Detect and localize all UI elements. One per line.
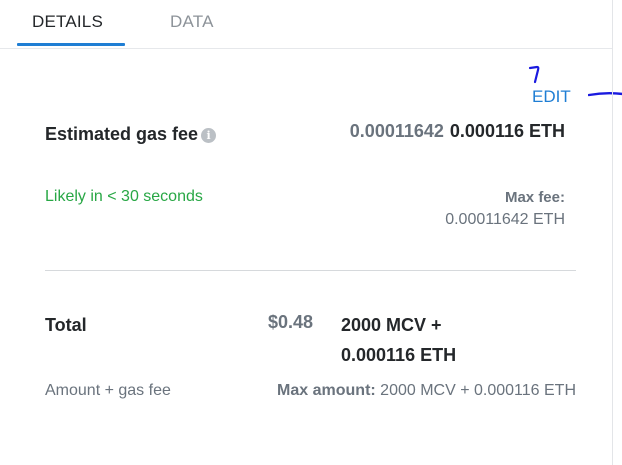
edit-button[interactable]: EDIT — [532, 87, 571, 107]
estimated-gas-fee-label: Estimated gas fee i — [45, 119, 225, 150]
max-amount: Max amount: 2000 MCV + 0.000116 ETH — [230, 378, 576, 403]
gas-fee-values: 0.00011642 0.000116 ETH — [350, 119, 565, 143]
total-label: Total — [45, 315, 87, 335]
estimated-gas-fee-text: Estimated gas fee — [45, 124, 199, 144]
total-token-value: 2000 MCV + 0.000116 ETH — [341, 315, 457, 365]
total-fiat-value: $0.48 — [268, 312, 314, 332]
section-divider — [45, 270, 576, 271]
transaction-details-panel: DETAILS DATA EDIT Estimated gas fee i 0.0… — [0, 0, 622, 465]
gas-fee-primary-value: 0.000116 ETH — [449, 121, 565, 141]
gas-timing-estimate: Likely in < 30 seconds — [45, 188, 203, 205]
gas-fee-secondary-value: 0.00011642 — [349, 121, 444, 141]
tab-bar: DETAILS DATA — [0, 0, 612, 49]
max-fee-value: 0.00011642 ETH — [445, 211, 565, 228]
annotation-mark — [528, 65, 540, 84]
annotation-line — [588, 92, 622, 97]
info-icon[interactable]: i — [201, 128, 217, 143]
tab-details[interactable]: DETAILS — [32, 12, 103, 32]
max-amount-label: Max amount: — [277, 382, 376, 399]
active-tab-indicator — [17, 43, 125, 46]
amount-plus-gas-label: Amount + gas fee — [45, 382, 171, 399]
max-fee-label: Max fee: — [504, 189, 565, 206]
panel-right-border — [612, 0, 613, 465]
max-amount-value: 2000 MCV + 0.000116 ETH — [380, 382, 576, 399]
tab-data[interactable]: DATA — [170, 12, 214, 32]
